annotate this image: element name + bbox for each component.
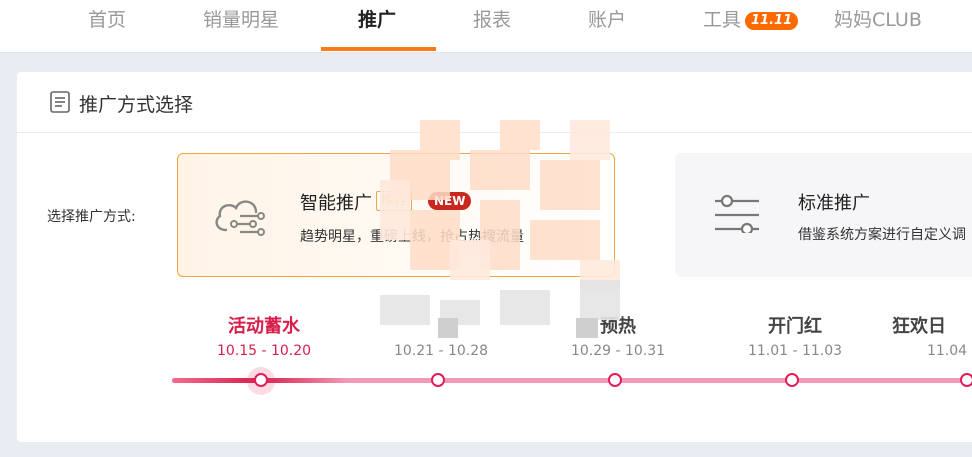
nav-home[interactable]: 首页 [88, 0, 126, 52]
nav-tools[interactable]: 工具 11.11 [703, 0, 799, 52]
timeline-node[interactable] [785, 373, 799, 387]
timeline-stage-date: 10.21 - 10.28 [393, 343, 489, 359]
standard-promotion-desc: 借鉴系统方案进行自定义调 [798, 227, 966, 243]
tools-1111-badge: 11.11 [745, 12, 799, 30]
top-nav: 首页 销量明星 推广 报表 账户 工具 11.11 妈妈CLUB [0, 0, 972, 53]
smart-promotion-desc: 趋势明星，重磅上线，抢占热搜流量 [300, 229, 524, 245]
smart-promotion-option[interactable]: 智能推广 推荐 NEW 趋势明星，重磅上线，抢占热搜流量 [177, 153, 615, 277]
timeline-stage-name: 活动蓄水 [228, 316, 300, 337]
nav-sales-stars[interactable]: 销量明星 [203, 0, 279, 52]
timeline-stage-date: 10.29 - 10.31 [570, 343, 666, 359]
nav-mama-club[interactable]: 妈妈CLUB [834, 0, 922, 52]
sliders-icon [715, 194, 759, 233]
nav-tools-label: 工具 [703, 9, 742, 31]
nav-account[interactable]: 账户 [588, 0, 626, 52]
promotion-method-card: 推广方式选择 选择推广方式: 智能推广 推荐 NEW 趋势明星，重磅上线，抢占热… [17, 72, 972, 442]
cloud-circuit-icon [215, 200, 265, 236]
recommend-tag: 推荐 [376, 191, 413, 211]
timeline-stage-date: 11.04 - 11.11 [927, 343, 972, 359]
timeline-stage-date: 10.15 - 10.20 [216, 343, 312, 359]
timeline-node[interactable] [431, 373, 445, 387]
standard-promotion-option[interactable]: 标准推广 借鉴系统方案进行自定义调 [675, 153, 972, 277]
new-badge: NEW [428, 192, 472, 210]
timeline-node[interactable] [608, 373, 622, 387]
timeline-stage-name: 狂欢日 [892, 316, 946, 337]
timeline-stage-name: 预热 [600, 316, 636, 337]
smart-promotion-title: 智能推广 [300, 193, 372, 214]
nav-promotion[interactable]: 推广 [358, 0, 396, 52]
card-title: 推广方式选择 [79, 94, 194, 116]
standard-promotion-title: 标准推广 [798, 193, 870, 214]
timeline-node[interactable] [960, 373, 972, 387]
document-icon [50, 91, 70, 113]
select-method-label: 选择推广方式: [47, 209, 136, 225]
card-header: 推广方式选择 [17, 72, 972, 133]
active-tab-underline [321, 47, 436, 51]
timeline-stage-date: 11.01 - 11.03 [747, 343, 843, 359]
timeline-node[interactable] [254, 373, 268, 387]
nav-reports[interactable]: 报表 [473, 0, 511, 52]
timeline-stage-name: 开门红 [768, 316, 822, 337]
